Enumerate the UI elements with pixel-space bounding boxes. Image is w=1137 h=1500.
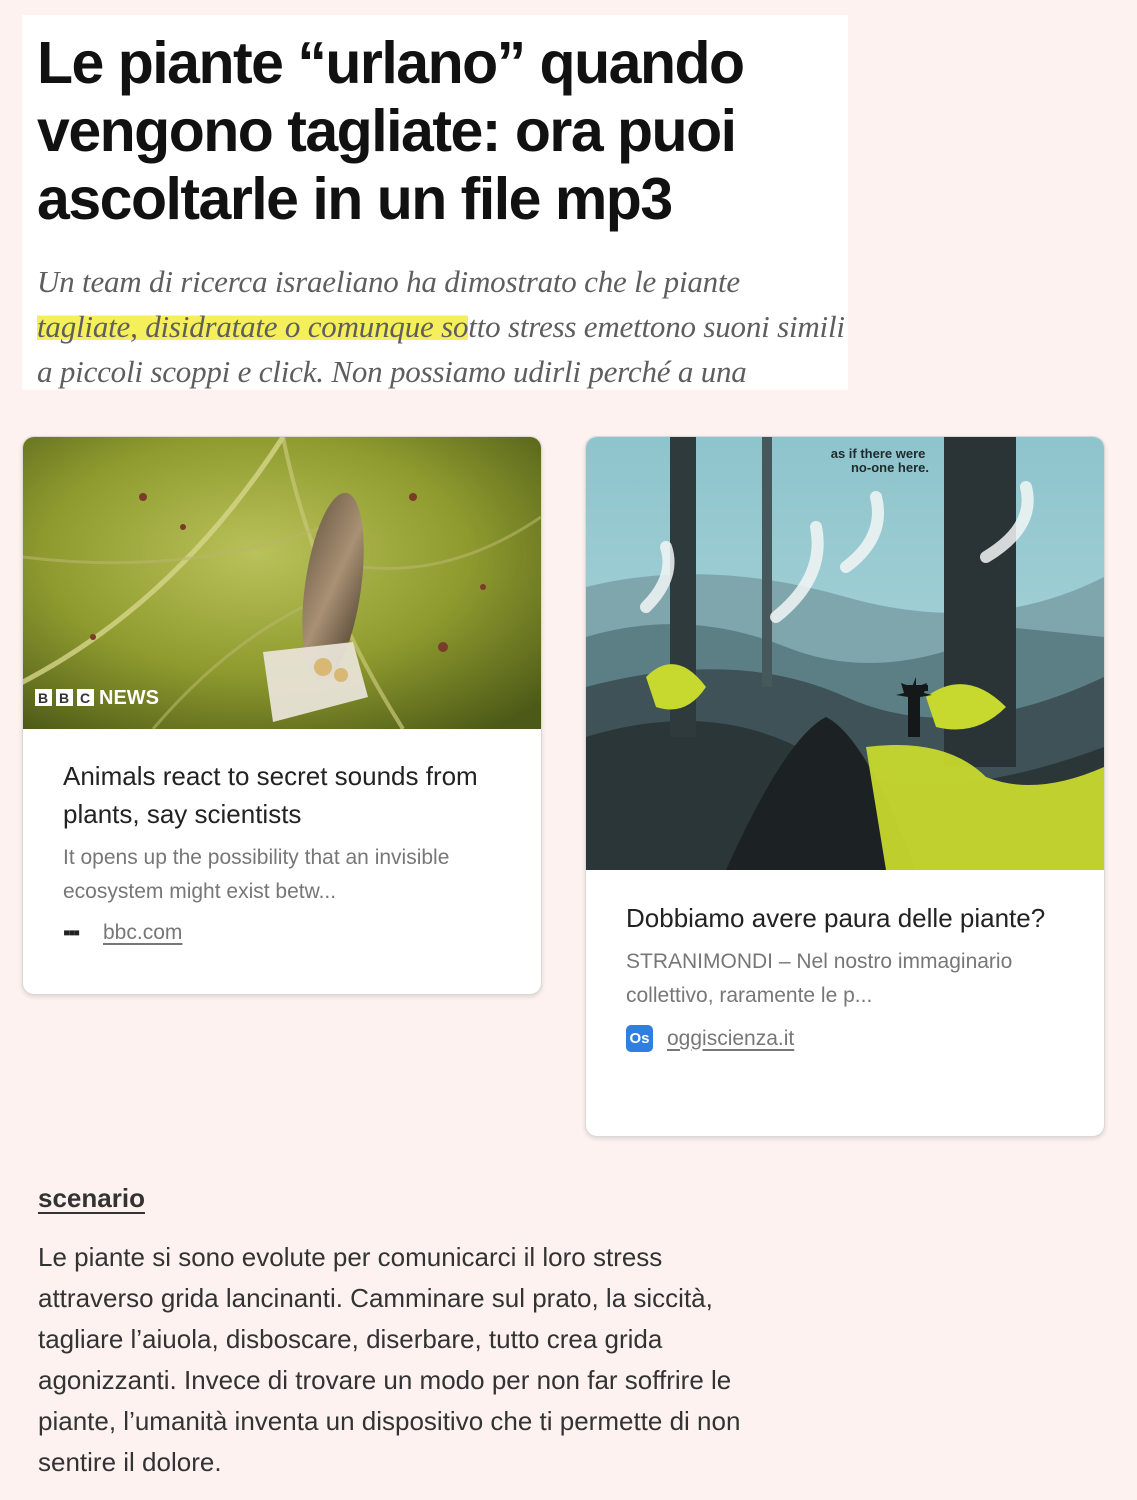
- link-card-oggiscienza[interactable]: as if there were no-one here. Dobbiamo a…: [585, 436, 1105, 1137]
- bbc-dots-icon: ▪▪▪: [63, 921, 80, 944]
- card-title[interactable]: Dobbiamo avere paura delle piante?: [626, 899, 1074, 937]
- card-title[interactable]: Animals react to secret sounds from plan…: [63, 757, 511, 833]
- comic-illustration-image: as if there were no-one here.: [586, 437, 1104, 870]
- svg-text:B: B: [59, 690, 69, 706]
- svg-text:NEWS: NEWS: [99, 687, 159, 709]
- scenario-heading[interactable]: scenario: [38, 1183, 145, 1214]
- card-body: Dobbiamo avere paura delle piante? STRAN…: [626, 899, 1074, 1052]
- card-source: ▪▪▪ bbc.com: [63, 921, 511, 945]
- card-body: Animals react to secret sounds from plan…: [63, 757, 511, 945]
- article-header: Le piante “urlano” quando vengono taglia…: [22, 15, 848, 390]
- source-link[interactable]: bbc.com: [103, 921, 182, 945]
- svg-text:C: C: [80, 690, 90, 706]
- svg-text:B: B: [38, 690, 48, 706]
- card-description: It opens up the possibility that an invi…: [63, 846, 450, 903]
- article-excerpt: Un team di ricerca israeliano ha dimostr…: [37, 259, 847, 394]
- source-link[interactable]: oggiscienza.it: [667, 1027, 794, 1051]
- excerpt-highlight: tagliate, disidratate o comunque so: [37, 309, 469, 344]
- oggiscienza-icon: Os: [626, 1025, 653, 1052]
- moth-on-leaf-image: B B C NEWS: [23, 437, 541, 729]
- link-card-bbc[interactable]: B B C NEWS Animals react to secret sound…: [22, 436, 542, 995]
- card-description: STRANIMONDI – Nel nostro immaginario col…: [626, 950, 1013, 1007]
- scenario-text: Le piante si sono evolute per comunicarc…: [38, 1242, 741, 1477]
- excerpt-text-before: Un team di ricerca israeliano ha dimostr…: [37, 264, 740, 299]
- article-headline: Le piante “urlano” quando vengono taglia…: [37, 30, 745, 232]
- card-source: Os oggiscienza.it: [626, 1025, 1074, 1052]
